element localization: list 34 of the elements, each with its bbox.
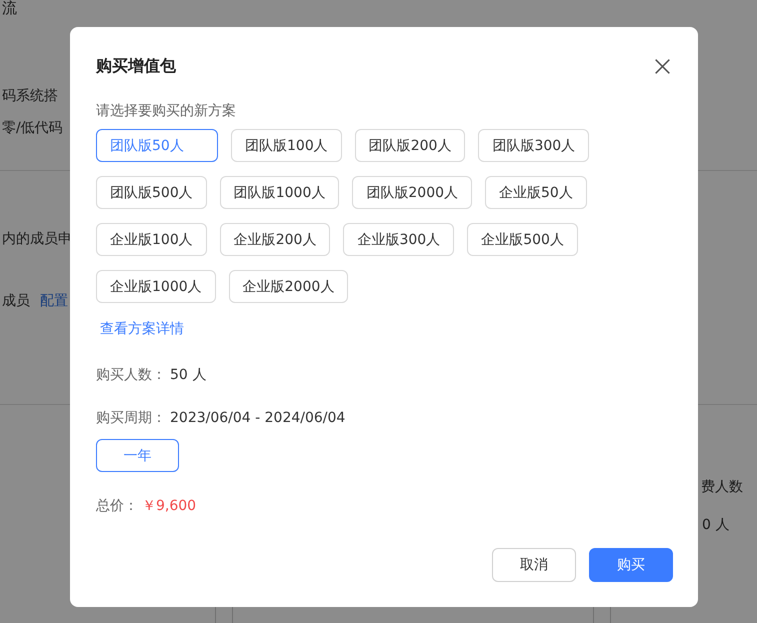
description-text: 码系统搭: [2, 87, 58, 106]
duration-option[interactable]: 一年: [96, 439, 179, 472]
buy-button[interactable]: 购买: [589, 548, 673, 582]
plan-option[interactable]: 团队版2000人: [352, 176, 472, 209]
dialog-title: 购买增值包: [96, 56, 176, 76]
description-text: 零/低代码: [2, 119, 63, 138]
plan-option[interactable]: 企业版500人: [467, 223, 578, 256]
plan-option[interactable]: 团队版100人: [231, 129, 342, 162]
cancel-button[interactable]: 取消: [492, 548, 576, 582]
paid-seats-label: 费人数: [701, 478, 743, 496]
plan-option[interactable]: 团队版1000人: [220, 176, 340, 209]
headcount-value: 50 人: [170, 366, 206, 385]
description-text: 内的成员申: [2, 230, 72, 249]
plan-option[interactable]: 团队版300人: [478, 129, 590, 162]
plan-option[interactable]: 团队版50人: [96, 129, 218, 162]
paid-seats-value: 0 人: [701, 516, 730, 534]
plan-option[interactable]: 团队版200人: [354, 129, 466, 162]
plan-option[interactable]: 企业版2000人: [228, 270, 348, 303]
headcount-label: 购买人数：: [96, 366, 166, 385]
total-price: ￥9,600: [142, 497, 196, 516]
close-icon[interactable]: [654, 58, 671, 74]
plan-option[interactable]: 企业版300人: [343, 223, 454, 256]
plan-option[interactable]: 企业版1000人: [96, 270, 216, 303]
plan-option[interactable]: 企业版50人: [485, 176, 587, 209]
total-label: 总价：: [96, 497, 138, 516]
period-label: 购买周期：: [96, 409, 166, 428]
page-title: 流: [2, 0, 17, 17]
members-label: 成员: [2, 292, 30, 311]
plan-option[interactable]: 企业版200人: [220, 223, 330, 256]
period-value: 2023/06/04 - 2024/06/04: [170, 409, 346, 428]
plan-option[interactable]: 企业版100人: [96, 223, 207, 256]
plan-prompt: 请选择要购买的新方案: [96, 102, 237, 121]
plan-details-link[interactable]: 查看方案详情: [96, 319, 184, 339]
plan-option[interactable]: 团队版500人: [96, 176, 207, 209]
